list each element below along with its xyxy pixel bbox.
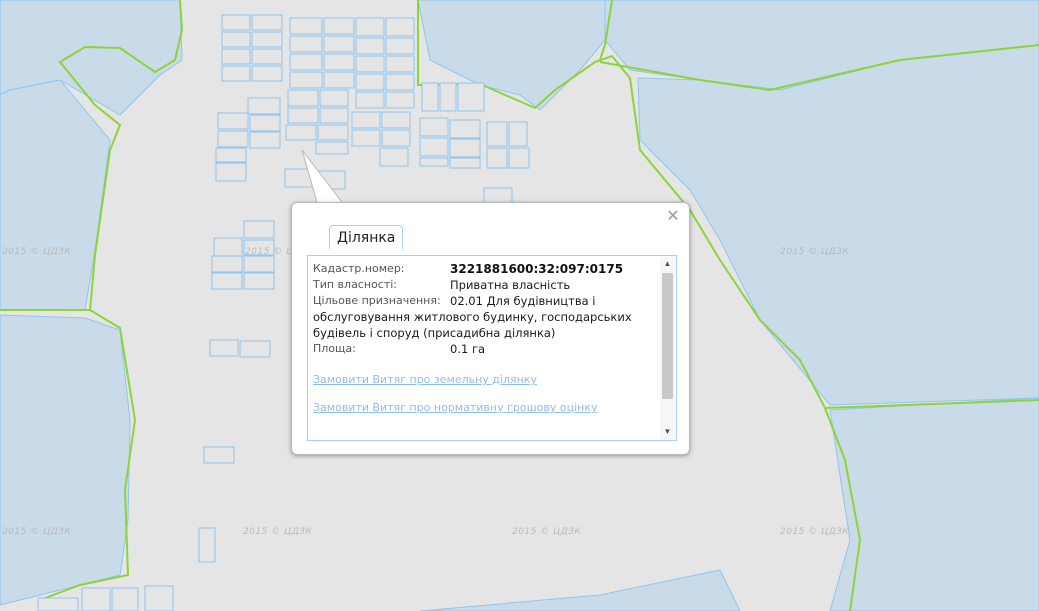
svg-text:2015 © ЦДЗК: 2015 © ЦДЗК bbox=[2, 247, 71, 257]
area-value: 0.1 га bbox=[450, 342, 486, 356]
cadastral-row: Кадастр.номер: 3221881600:32:097:0175 bbox=[313, 261, 658, 277]
purpose-value-line3: будівель і споруд (присадибна ділянка) bbox=[313, 326, 556, 340]
ownership-value: Приватна власність bbox=[450, 278, 571, 292]
svg-text:2015 © ЦДЗК: 2015 © ЦДЗК bbox=[780, 247, 849, 257]
water-area-bottom-right bbox=[829, 397, 1039, 611]
purpose-value-line2: обслуговування житлового будинку, господ… bbox=[313, 310, 632, 324]
purpose-row: Цільове призначення: 02.01 Для будівницт… bbox=[313, 293, 658, 309]
parcel-details-panel[interactable]: Кадастр.номер: 3221881600:32:097:0175 Ти… bbox=[307, 255, 677, 441]
svg-text:2015 © ЦДЗК: 2015 © ЦДЗК bbox=[512, 527, 581, 537]
svg-text:2015 © ЦДЗК: 2015 © ЦДЗК bbox=[2, 527, 71, 537]
close-icon[interactable]: ✕ bbox=[666, 209, 680, 225]
order-extract-link[interactable]: Замовити Витяг про земельну ділянку bbox=[313, 373, 658, 386]
ownership-label: Тип власності: bbox=[313, 278, 397, 291]
ownership-row: Тип власності: Приватна власність bbox=[313, 277, 658, 293]
area-label: Площа: bbox=[313, 342, 356, 355]
scroll-up-icon[interactable]: ▲ bbox=[660, 257, 675, 271]
scrollbar-thumb[interactable] bbox=[662, 273, 673, 399]
water-area-bottom-left bbox=[0, 314, 131, 606]
svg-text:2015 © ЦДЗК: 2015 © ЦДЗК bbox=[780, 527, 849, 537]
parcel-details: Кадастр.номер: 3221881600:32:097:0175 Ти… bbox=[313, 261, 658, 414]
area-row: Площа: 0.1 га bbox=[313, 341, 658, 357]
tab-parcel[interactable]: Ділянка bbox=[329, 225, 404, 249]
parcel-info-popup: ✕ Ділянка Кадастр.номер: 3221881600:32:0… bbox=[291, 202, 690, 455]
purpose-label: Цільове призначення: bbox=[313, 294, 441, 307]
order-valuation-link[interactable]: Замовити Витяг про нормативну грошову оц… bbox=[313, 401, 658, 414]
svg-text:2015 © ЦДЗК: 2015 © ЦДЗК bbox=[243, 527, 312, 537]
scroll-down-icon[interactable]: ▼ bbox=[660, 425, 675, 439]
cadastral-label: Кадастр.номер: bbox=[313, 262, 405, 275]
scrollbar[interactable]: ▲ ▼ bbox=[660, 257, 675, 439]
purpose-value-line1: 02.01 Для будівництва і bbox=[450, 294, 596, 308]
cadastral-number: 3221881600:32:097:0175 bbox=[450, 262, 624, 276]
